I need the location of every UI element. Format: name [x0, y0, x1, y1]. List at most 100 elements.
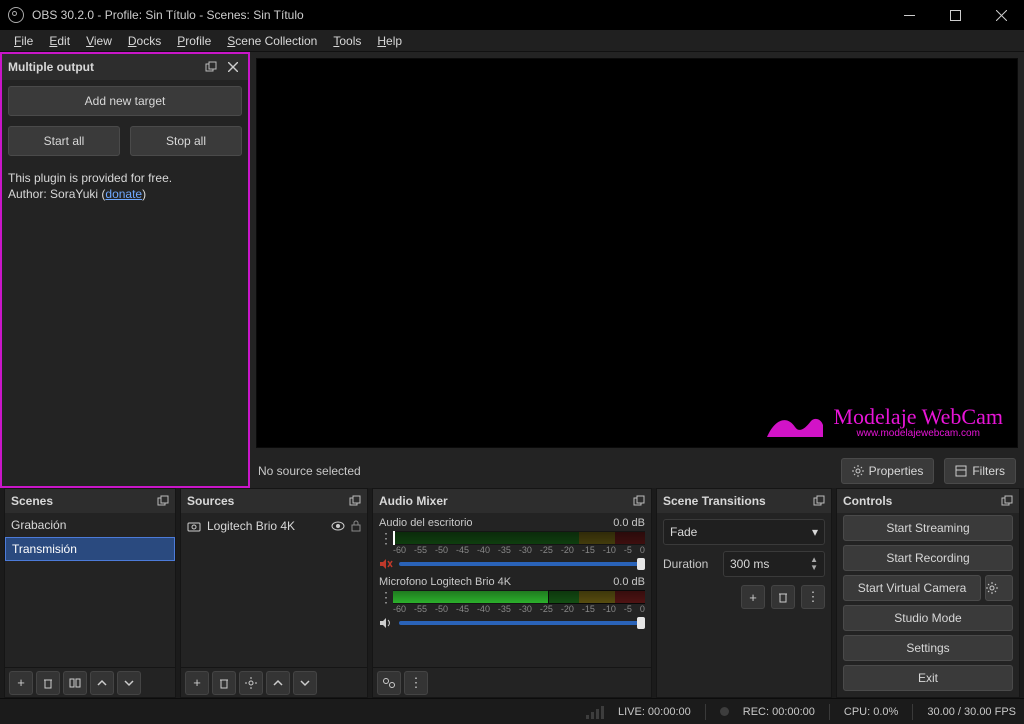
mixer-track-desktop: Audio del escritorio0.0 dB ⋮ -60-55-50-4… — [373, 513, 651, 572]
mute-icon[interactable] — [379, 558, 393, 570]
transition-menu-button[interactable]: ⋮ — [801, 585, 825, 609]
sources-panel: Sources Logitech Brio 4K + — [180, 488, 368, 698]
transition-add-button[interactable]: + — [741, 585, 765, 609]
source-properties-button[interactable] — [239, 671, 263, 695]
scene-filter-button[interactable] — [63, 671, 87, 695]
no-source-label: No source selected — [258, 464, 361, 478]
status-bar: LIVE: 00:00:00 REC: 00:00:00 CPU: 0.0% 3… — [0, 698, 1024, 724]
scene-item-transmision[interactable] — [5, 537, 175, 561]
obs-logo-icon — [8, 7, 24, 23]
transitions-title: Scene Transitions — [663, 494, 813, 508]
scene-move-up-button[interactable] — [90, 671, 114, 695]
source-lock-icon[interactable] — [351, 520, 361, 532]
scene-remove-button[interactable] — [36, 671, 60, 695]
settings-button[interactable]: Settings — [843, 635, 1013, 661]
transition-select[interactable]: Fade▾ — [663, 519, 825, 545]
mixer-track-menu-icon[interactable]: ⋮ — [379, 531, 387, 545]
record-indicator-icon — [720, 707, 729, 716]
mixer-track-menu-icon[interactable]: ⋮ — [379, 590, 387, 604]
menu-profile[interactable]: Profile — [169, 32, 219, 50]
watermark-silhouette-icon — [765, 409, 825, 439]
menu-tools[interactable]: Tools — [325, 32, 369, 50]
scene-rename-input[interactable] — [12, 542, 168, 556]
mixer-toolbar: ⋮ — [373, 667, 651, 697]
speaker-icon[interactable] — [379, 617, 393, 629]
source-move-down-button[interactable] — [293, 671, 317, 695]
preview-canvas[interactable]: Modelaje WebCam www.modelajewebcam.com — [256, 58, 1018, 448]
status-fps: 30.00 / 30.00 FPS — [927, 706, 1016, 718]
mixer-ticks: -60-55-50-45-40-35-30-25-20-15-10-50 — [379, 604, 645, 614]
start-all-button[interactable]: Start all — [8, 126, 120, 156]
camera-icon — [187, 521, 201, 532]
scenes-title: Scenes — [11, 494, 157, 508]
menu-help[interactable]: Help — [369, 32, 410, 50]
scene-add-button[interactable]: + — [9, 671, 33, 695]
scenes-popout-icon[interactable] — [157, 495, 169, 507]
window-minimize-button[interactable] — [886, 0, 932, 30]
mixer-meter-desktop — [393, 531, 645, 545]
duration-spinbox[interactable]: 300 ms▲▼ — [723, 551, 825, 577]
dock-popout-icon[interactable] — [202, 58, 220, 76]
sources-title: Sources — [187, 494, 349, 508]
duration-label: Duration — [663, 557, 717, 571]
mixer-menu-button[interactable]: ⋮ — [404, 671, 428, 695]
properties-button[interactable]: Properties — [841, 458, 935, 484]
sources-popout-icon[interactable] — [349, 495, 361, 507]
window-maximize-button[interactable] — [932, 0, 978, 30]
menu-docks[interactable]: Docks — [120, 32, 169, 50]
volume-slider-mic[interactable] — [399, 621, 645, 625]
mixer-advanced-button[interactable] — [377, 671, 401, 695]
filters-button[interactable]: Filters — [944, 458, 1016, 484]
controls-title: Controls — [843, 494, 1001, 508]
main-menubar: File Edit View Docks Profile Scene Colle… — [0, 30, 1024, 52]
source-visibility-icon[interactable] — [331, 521, 345, 531]
menu-view[interactable]: View — [78, 32, 120, 50]
donate-link[interactable]: donate — [105, 187, 142, 201]
menu-edit[interactable]: Edit — [41, 32, 78, 50]
virtual-camera-settings-button[interactable] — [985, 575, 1013, 601]
volume-slider-desktop[interactable] — [399, 562, 645, 566]
scene-item-grabacion[interactable]: Grabación — [5, 513, 175, 537]
status-rec: REC: 00:00:00 — [743, 706, 815, 718]
plugin-note: This plugin is provided for free. Author… — [8, 170, 242, 202]
status-live: LIVE: 00:00:00 — [618, 706, 691, 718]
transition-remove-button[interactable] — [771, 585, 795, 609]
window-title: OBS 30.2.0 - Profile: Sin Título - Scene… — [32, 8, 304, 22]
stop-all-button[interactable]: Stop all — [130, 126, 242, 156]
mixer-popout-icon[interactable] — [633, 495, 645, 507]
source-move-up-button[interactable] — [266, 671, 290, 695]
add-new-target-button[interactable]: Add new target — [8, 86, 242, 116]
source-toolbar: No source selected Properties Filters — [250, 454, 1024, 488]
filter-icon — [955, 465, 967, 477]
status-cpu: CPU: 0.0% — [844, 706, 898, 718]
audio-mixer-panel: Audio Mixer Audio del escritorio0.0 dB ⋮ — [372, 488, 652, 698]
multiple-output-dock-title[interactable]: Multiple output — [2, 54, 248, 80]
window-close-button[interactable] — [978, 0, 1024, 30]
signal-icon — [586, 705, 604, 719]
mixer-title: Audio Mixer — [379, 494, 633, 508]
source-add-button[interactable]: + — [185, 671, 209, 695]
source-item-logitech[interactable]: Logitech Brio 4K — [181, 513, 367, 539]
exit-button[interactable]: Exit — [843, 665, 1013, 691]
start-recording-button[interactable]: Start Recording — [843, 545, 1013, 571]
menu-file[interactable]: File — [6, 32, 41, 50]
start-streaming-button[interactable]: Start Streaming — [843, 515, 1013, 541]
controls-popout-icon[interactable] — [1001, 495, 1013, 507]
start-virtual-camera-button[interactable]: Start Virtual Camera — [843, 575, 981, 601]
multiple-output-dock: Multiple output Add new target Start all… — [0, 52, 250, 488]
dock-close-icon[interactable] — [224, 58, 242, 76]
scene-transitions-panel: Scene Transitions Fade▾ Duration 300 ms▲… — [656, 488, 832, 698]
gear-icon — [852, 465, 864, 477]
watermark-overlay: Modelaje WebCam www.modelajewebcam.com — [765, 406, 1003, 439]
studio-mode-button[interactable]: Studio Mode — [843, 605, 1013, 631]
chevron-down-icon: ▾ — [812, 525, 818, 539]
transitions-popout-icon[interactable] — [813, 495, 825, 507]
source-remove-button[interactable] — [212, 671, 236, 695]
scenes-panel: Scenes Grabación + — [4, 488, 176, 698]
window-titlebar: OBS 30.2.0 - Profile: Sin Título - Scene… — [0, 0, 1024, 30]
mixer-track-mic: Microfono Logitech Brio 4K0.0 dB ⋮ -60-5… — [373, 572, 651, 631]
mixer-ticks: -60-55-50-45-40-35-30-25-20-15-10-50 — [379, 545, 645, 555]
scene-move-down-button[interactable] — [117, 671, 141, 695]
menu-scene-collection[interactable]: Scene Collection — [219, 32, 325, 50]
mixer-meter-mic — [393, 590, 645, 604]
